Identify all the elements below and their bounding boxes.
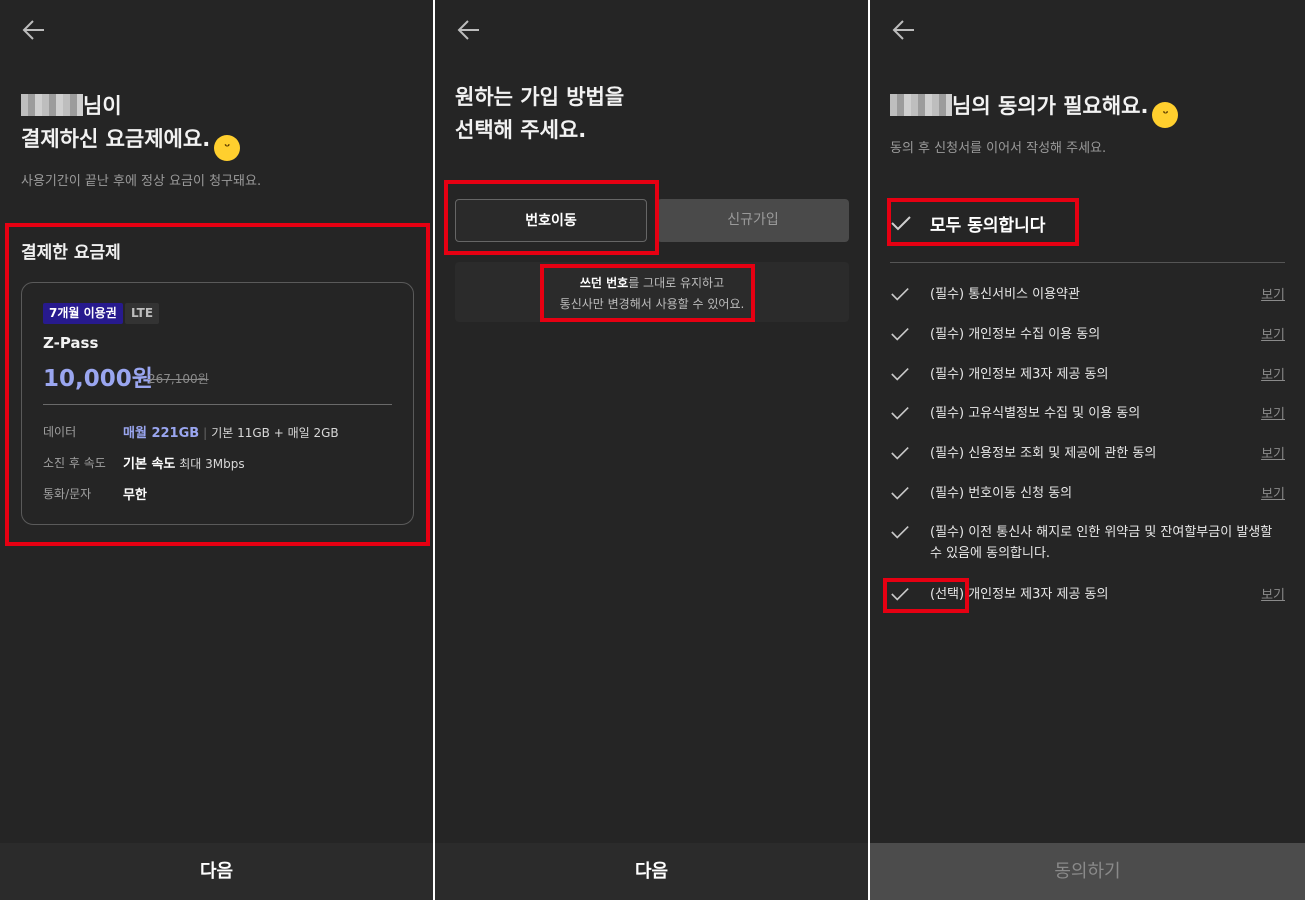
page-title: 님의 동의가 필요해요. ᵕ — [890, 90, 1179, 128]
back-arrow-icon[interactable] — [890, 16, 918, 44]
next-button[interactable]: 다음 — [435, 843, 868, 900]
divider — [43, 404, 392, 405]
next-button[interactable]: 다음 — [0, 843, 433, 900]
plan-name: Z-Pass — [43, 334, 99, 352]
consent-screen: 님의 동의가 필요해요. ᵕ 동의 후 신청서를 이어서 작성해 주세요. 모두 … — [870, 0, 1305, 900]
term-label: (필수) 신용정보 조회 및 제공에 관한 동의 — [930, 446, 1157, 461]
term-item[interactable]: (필수) 개인정보 제3자 제공 동의 보기 — [890, 364, 1285, 385]
back-arrow-icon[interactable] — [455, 16, 483, 44]
term-label: (선택) 개인정보 제3자 제공 동의 — [930, 587, 1109, 602]
original-price: 267,100원 — [148, 372, 209, 386]
plan-summary-screen: 님이 결제하신 요금제에요. ᵕ 사용기간이 끝난 후에 정상 요금이 청구돼요.… — [0, 0, 433, 900]
term-label: (필수) 번호이동 신청 동의 — [930, 486, 1073, 501]
period-badge: 7개월 이용권 — [43, 303, 123, 324]
masked-username — [21, 94, 83, 116]
check-icon — [890, 215, 912, 231]
check-icon — [890, 485, 912, 501]
term-item[interactable]: (필수) 신용정보 조회 및 제공에 관한 동의 보기 — [890, 443, 1285, 464]
agree-all-checkbox[interactable]: 모두 동의합니다 — [890, 205, 1045, 241]
view-terms-link[interactable]: 보기 — [1261, 483, 1285, 502]
page-subtitle: 동의 후 신청서를 이어서 작성해 주세요. — [890, 141, 1107, 156]
view-terms-link[interactable]: 보기 — [1261, 403, 1285, 422]
term-label: (필수) 개인정보 수집 이용 동의 — [930, 327, 1101, 342]
plan-price: 10,000원 — [43, 366, 153, 392]
view-terms-link[interactable]: 보기 — [1261, 364, 1285, 383]
speed-label: 소진 후 속도 — [43, 456, 106, 470]
speed-value: 기본 속도 최대 3Mbps — [123, 457, 245, 472]
plan-card: 7개월 이용권 LTE Z-Pass 10,000원 267,100원 데이터 … — [21, 282, 414, 525]
term-item[interactable]: (필수) 통신서비스 이용약관 보기 — [890, 284, 1285, 305]
page-title: 님이 결제하신 요금제에요. ᵕ — [21, 90, 241, 161]
divider — [890, 262, 1285, 263]
grinning-face-icon: ᵕ — [1152, 102, 1179, 128]
agree-all-label: 모두 동의합니다 — [930, 215, 1046, 236]
check-icon — [890, 445, 912, 461]
term-label: (필수) 이전 통신사 해지로 인한 위약금 및 잔여할부금이 발생할 수 있음… — [930, 525, 1273, 561]
network-badge: LTE — [125, 303, 160, 324]
tab-new-signup[interactable]: 신규가입 — [657, 199, 849, 242]
join-method-screen: 원하는 가입 방법을 선택해 주세요. 번호이동 신규가입 쓰던 번호를 그대로… — [435, 0, 868, 900]
check-icon — [890, 405, 912, 421]
page-title: 원하는 가입 방법을 선택해 주세요. — [455, 85, 625, 142]
method-description: 쓰던 번호를 그대로 유지하고 통신사만 변경해서 사용할 수 있어요. — [455, 262, 849, 322]
check-icon — [890, 586, 912, 602]
term-item[interactable]: (필수) 이전 통신사 해지로 인한 위약금 및 잔여할부금이 발생할 수 있음… — [890, 522, 1285, 564]
check-icon — [890, 524, 912, 540]
check-icon — [890, 286, 912, 302]
check-icon — [890, 326, 912, 342]
check-icon — [890, 366, 912, 382]
back-arrow-icon[interactable] — [20, 16, 48, 44]
page-subtitle: 사용기간이 끝난 후에 정상 요금이 청구돼요. — [21, 174, 262, 189]
term-item[interactable]: (필수) 번호이동 신청 동의 보기 — [890, 483, 1285, 504]
term-label: (필수) 개인정보 제3자 제공 동의 — [930, 367, 1109, 382]
tab-number-port[interactable]: 번호이동 — [455, 199, 647, 242]
section-title: 결제한 요금제 — [21, 243, 121, 263]
term-item[interactable]: (선택) 개인정보 제3자 제공 동의 보기 — [890, 584, 1285, 605]
term-item[interactable]: (필수) 개인정보 수집 이용 동의 보기 — [890, 324, 1285, 345]
call-sms-label: 통화/문자 — [43, 487, 92, 501]
call-sms-value: 무한 — [123, 488, 147, 503]
term-label: (필수) 고유식별정보 수집 및 이용 동의 — [930, 406, 1141, 421]
term-label: (필수) 통신서비스 이용약관 — [930, 287, 1080, 302]
view-terms-link[interactable]: 보기 — [1261, 324, 1285, 343]
grinning-face-icon: ᵕ — [214, 135, 241, 161]
data-label: 데이터 — [43, 425, 77, 439]
agree-submit-button[interactable]: 동의하기 — [870, 843, 1305, 900]
term-item[interactable]: (필수) 고유식별정보 수집 및 이용 동의 보기 — [890, 403, 1285, 424]
view-terms-link[interactable]: 보기 — [1261, 584, 1285, 603]
view-terms-link[interactable]: 보기 — [1261, 284, 1285, 303]
view-terms-link[interactable]: 보기 — [1261, 443, 1285, 462]
masked-username — [890, 94, 952, 116]
data-value: 매월 221GB | 기본 11GB + 매일 2GB — [123, 426, 339, 441]
